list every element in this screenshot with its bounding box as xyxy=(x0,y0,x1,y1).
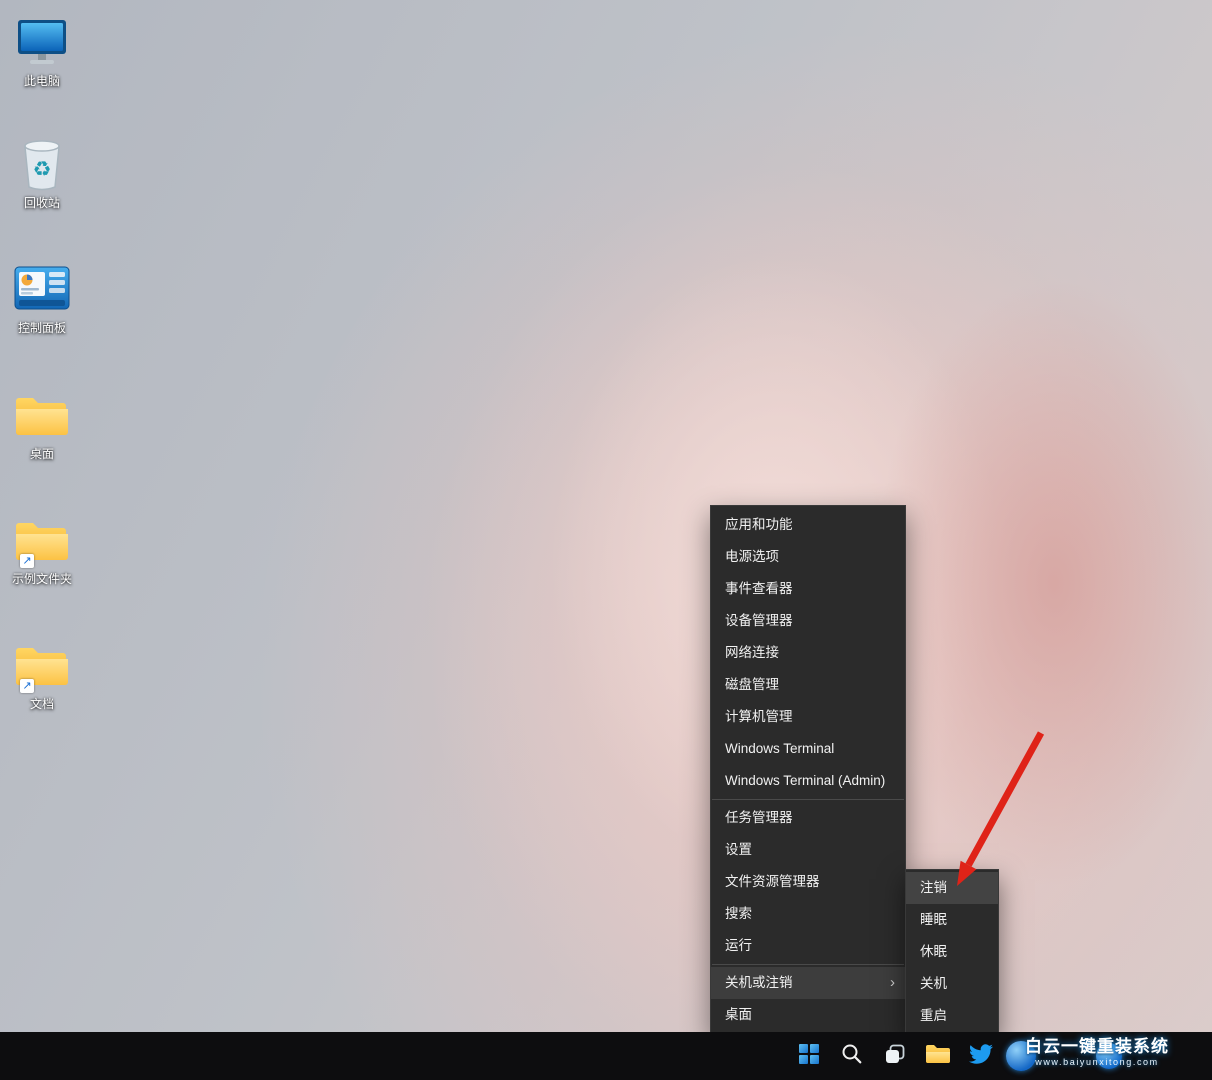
watermark-title: 白云一键重装系统 xyxy=(982,1036,1212,1057)
menu-item-task-manager[interactable]: 任务管理器 xyxy=(711,802,905,834)
submenu-item-hibernate[interactable]: 休眠 xyxy=(906,936,998,968)
menu-item-settings[interactable]: 设置 xyxy=(711,834,905,866)
menu-item-file-explorer[interactable]: 文件资源管理器 xyxy=(711,866,905,898)
submenu-item-restart[interactable]: 重启 xyxy=(906,1000,998,1032)
task-view-button[interactable] xyxy=(875,1036,915,1076)
menu-item-power-options[interactable]: 电源选项 xyxy=(711,541,905,573)
desktop: 此电脑 ♻ 回收站 控制面板 xyxy=(0,0,1212,1080)
watermark-url: www.baiyunxitong.com xyxy=(982,1057,1212,1067)
submenu-item-shut-down[interactable]: 关机 xyxy=(906,968,998,1000)
desktop-icon-control-panel[interactable]: 控制面板 xyxy=(2,261,82,335)
shutdown-submenu: 注销 睡眠 休眠 关机 重启 xyxy=(905,869,999,1035)
folder-icon xyxy=(14,637,70,695)
control-panel-icon xyxy=(14,261,70,319)
windows-logo-icon xyxy=(797,1042,821,1071)
this-pc-icon xyxy=(14,14,70,72)
task-view-icon xyxy=(883,1042,907,1071)
menu-item-windows-terminal-admin[interactable]: Windows Terminal (Admin) xyxy=(711,765,905,797)
submenu-item-sleep[interactable]: 睡眠 xyxy=(906,904,998,936)
svg-text:♻: ♻ xyxy=(33,157,52,181)
desktop-icon-recycle-bin[interactable]: ♻ 回收站 xyxy=(2,136,82,210)
desktop-icon-desktop-folder[interactable]: 桌面 xyxy=(2,387,82,461)
search-icon xyxy=(840,1042,864,1071)
watermark-text: 白云一键重装系统 www.baiyunxitong.com xyxy=(982,1032,1212,1080)
desktop-icon-label: 文档 xyxy=(2,697,82,711)
search-button[interactable] xyxy=(832,1036,872,1076)
recycle-bin-icon: ♻ xyxy=(14,136,70,194)
shortcut-arrow-icon xyxy=(20,679,34,693)
submenu-item-sign-out[interactable]: 注销 xyxy=(906,872,998,904)
desktop-icon-label: 示例文件夹 xyxy=(2,572,82,586)
menu-item-apps-and-features[interactable]: 应用和功能 xyxy=(711,509,905,541)
desktop-icon-label: 桌面 xyxy=(2,447,82,461)
menu-item-event-viewer[interactable]: 事件查看器 xyxy=(711,573,905,605)
desktop-icon-label: 控制面板 xyxy=(2,321,82,335)
menu-separator xyxy=(712,799,904,800)
chevron-right-icon: › xyxy=(890,967,895,999)
desktop-icon-documents-folder[interactable]: 文档 xyxy=(2,637,82,711)
start-button[interactable] xyxy=(789,1036,829,1076)
desktop-icon-this-pc[interactable]: 此电脑 xyxy=(2,14,82,88)
file-explorer-button[interactable] xyxy=(918,1036,958,1076)
wallpaper xyxy=(0,0,1212,1080)
folder-icon xyxy=(14,512,70,570)
shortcut-arrow-icon xyxy=(20,554,34,568)
menu-item-desktop[interactable]: 桌面 xyxy=(711,999,905,1031)
menu-item-disk-management[interactable]: 磁盘管理 xyxy=(711,669,905,701)
desktop-icon-sample-folder[interactable]: 示例文件夹 xyxy=(2,512,82,586)
menu-item-device-manager[interactable]: 设备管理器 xyxy=(711,605,905,637)
menu-item-search[interactable]: 搜索 xyxy=(711,898,905,930)
menu-separator xyxy=(712,964,904,965)
watermark: 白云一键重装系统 www.baiyunxitong.com xyxy=(982,1032,1212,1080)
menu-item-network-connections[interactable]: 网络连接 xyxy=(711,637,905,669)
menu-item-run[interactable]: 运行 xyxy=(711,930,905,962)
menu-item-windows-terminal[interactable]: Windows Terminal xyxy=(711,733,905,765)
winx-menu: 应用和功能 电源选项 事件查看器 设备管理器 网络连接 磁盘管理 计算机管理 W… xyxy=(710,505,906,1035)
menu-item-computer-management[interactable]: 计算机管理 xyxy=(711,701,905,733)
file-explorer-icon xyxy=(925,1043,951,1070)
menu-item-shutdown-or-signout[interactable]: 关机或注销 › xyxy=(711,967,905,999)
menu-item-label: 关机或注销 xyxy=(725,975,793,990)
taskbar-icons xyxy=(789,1036,1001,1076)
taskbar: 白云一键重装系统 www.baiyunxitong.com xyxy=(0,1032,1212,1080)
desktop-icon-label: 回收站 xyxy=(2,196,82,210)
desktop-icon-label: 此电脑 xyxy=(2,74,82,88)
folder-icon xyxy=(14,387,70,445)
